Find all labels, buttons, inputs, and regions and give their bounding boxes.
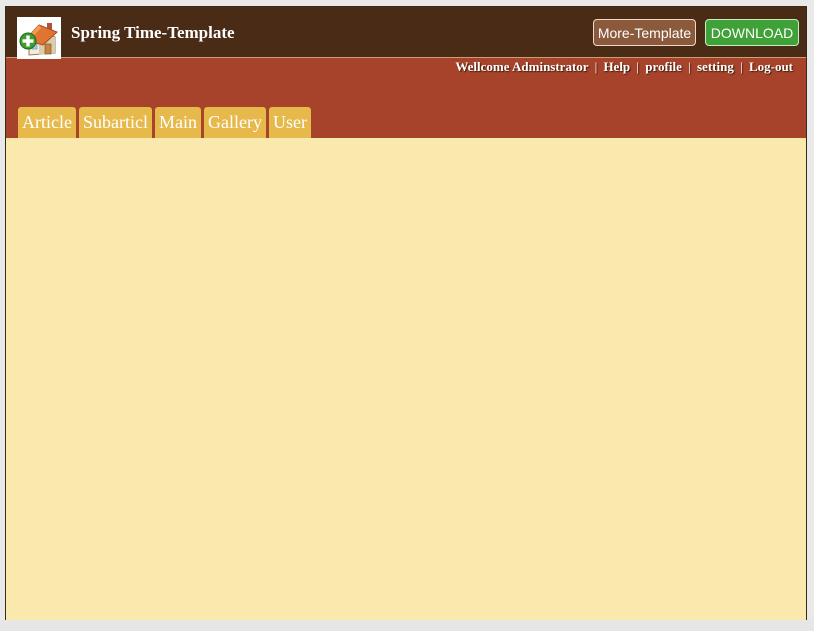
- house-icon[interactable]: [17, 17, 61, 59]
- tab-bar: Article Subarticl Main Gallery User: [18, 107, 314, 138]
- tab-article[interactable]: Article: [18, 107, 76, 138]
- logout-link[interactable]: Log-out: [749, 59, 793, 74]
- top-bar: Spring Time-Template More-Template DOWNL…: [6, 7, 806, 58]
- separator: |: [688, 59, 691, 74]
- separator: |: [740, 59, 743, 74]
- welcome-text: Wellcome Adminstrator: [455, 59, 589, 74]
- page-bottom-strip: [0, 620, 814, 631]
- separator: |: [594, 59, 598, 74]
- more-template-button[interactable]: More-Template: [593, 19, 696, 46]
- nav-bar: Wellcome Adminstrator | Help | profile |…: [6, 58, 806, 138]
- separator: |: [636, 59, 640, 74]
- app-frame: Spring Time-Template More-Template DOWNL…: [5, 6, 807, 621]
- profile-link[interactable]: profile: [645, 59, 682, 74]
- tab-subarticle[interactable]: Subarticl: [78, 107, 152, 138]
- user-links: Wellcome Adminstrator | Help | profile |…: [455, 59, 793, 75]
- setting-link[interactable]: setting: [697, 59, 734, 74]
- app-title: Spring Time-Template: [71, 23, 235, 42]
- tab-user[interactable]: User: [268, 107, 311, 138]
- download-button[interactable]: DOWNLOAD: [705, 19, 799, 46]
- content-area: [6, 138, 806, 621]
- tab-gallery[interactable]: Gallery: [203, 107, 266, 138]
- tab-main[interactable]: Main: [154, 107, 201, 138]
- help-link[interactable]: Help: [603, 59, 630, 74]
